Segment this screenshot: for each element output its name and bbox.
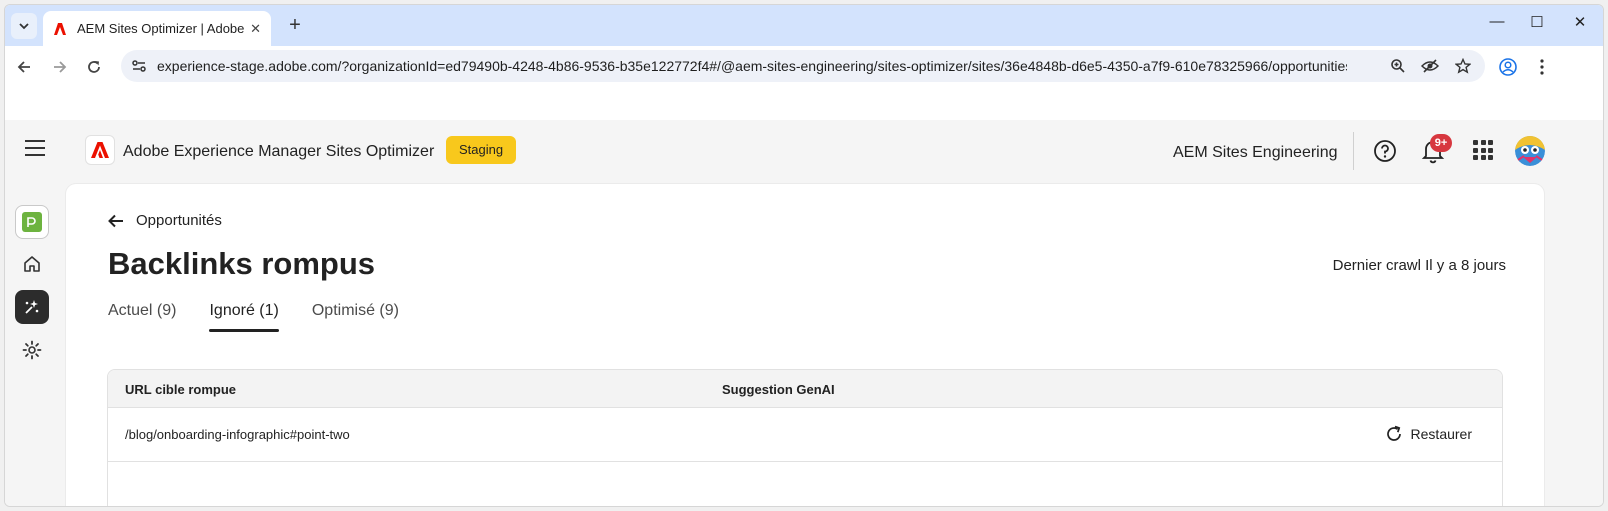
back-nav-icon[interactable] bbox=[13, 56, 35, 78]
tab-optimized[interactable]: Optimisé (9) bbox=[312, 302, 399, 332]
header-divider bbox=[1353, 132, 1354, 170]
status-tabs: Actuel (9) Ignoré (1) Optimisé (9) bbox=[108, 302, 432, 332]
table-row: /blog/onboarding-infographic#point-two R… bbox=[108, 408, 1502, 462]
bookmark-star-icon[interactable] bbox=[1454, 57, 1472, 75]
browser-tab[interactable]: AEM Sites Optimizer | Adobe Ex ✕ bbox=[43, 11, 271, 46]
apps-grid-icon[interactable] bbox=[1473, 140, 1493, 160]
arrow-left-icon bbox=[108, 214, 123, 227]
minimize-button[interactable]: — bbox=[1477, 13, 1517, 30]
address-bar[interactable]: experience-stage.adobe.com/?organization… bbox=[121, 50, 1485, 82]
browser-toolbar: experience-stage.adobe.com/?organization… bbox=[5, 46, 1603, 88]
broken-url-cell: /blog/onboarding-infographic#point-two bbox=[125, 427, 350, 442]
page-title: Backlinks rompus bbox=[108, 246, 376, 281]
new-tab-button[interactable]: + bbox=[283, 14, 307, 37]
settings-gear-icon[interactable] bbox=[15, 333, 49, 367]
help-icon[interactable] bbox=[1373, 139, 1397, 163]
profile-icon[interactable] bbox=[1497, 56, 1519, 78]
hamburger-menu-icon[interactable] bbox=[25, 140, 45, 161]
tab-strip: AEM Sites Optimizer | Adobe Ex ✕ + — ☐ ✕ bbox=[5, 5, 1603, 46]
app-shell: Adobe Experience Manager Sites Optimizer… bbox=[5, 120, 1603, 506]
site-selector-icon[interactable] bbox=[15, 205, 49, 239]
tab-current[interactable]: Actuel (9) bbox=[108, 302, 176, 332]
app-title: Adobe Experience Manager Sites Optimizer bbox=[123, 143, 435, 160]
notification-count-badge: 9+ bbox=[1430, 134, 1452, 152]
last-crawl-status: Dernier crawl Il y a 8 jours bbox=[1332, 257, 1506, 274]
column-header-broken-url: URL cible rompue bbox=[125, 382, 237, 397]
chevron-down-icon bbox=[19, 23, 29, 30]
opportunities-icon[interactable] bbox=[15, 290, 49, 324]
table-header: URL cible rompue Suggestion GenAI bbox=[108, 370, 1502, 408]
close-window-button[interactable]: ✕ bbox=[1560, 13, 1600, 31]
back-to-opportunities-link[interactable]: Opportunités bbox=[108, 212, 222, 229]
org-switcher[interactable]: AEM Sites Engineering bbox=[1173, 144, 1338, 162]
eye-off-icon[interactable] bbox=[1421, 57, 1439, 75]
browser-window: AEM Sites Optimizer | Adobe Ex ✕ + — ☐ ✕… bbox=[4, 4, 1604, 507]
column-header-genai-suggestion: Suggestion GenAI bbox=[722, 382, 835, 397]
tab-close-icon[interactable]: ✕ bbox=[250, 21, 261, 37]
tab-ignored[interactable]: Ignoré (1) bbox=[209, 302, 280, 332]
forward-nav-icon[interactable] bbox=[49, 56, 71, 78]
home-icon[interactable] bbox=[15, 247, 49, 281]
adobe-logo-icon[interactable] bbox=[85, 135, 115, 165]
adobe-favicon-icon bbox=[54, 22, 66, 35]
avatar[interactable] bbox=[1515, 136, 1545, 166]
reload-icon[interactable] bbox=[83, 56, 105, 78]
env-badge: Staging bbox=[446, 136, 517, 164]
restore-button[interactable]: Restaurer bbox=[1385, 425, 1472, 443]
restore-icon bbox=[1386, 425, 1401, 441]
site-settings-icon[interactable] bbox=[131, 58, 147, 74]
tab-title: AEM Sites Optimizer | Adobe Ex bbox=[77, 21, 247, 36]
restore-label: Restaurer bbox=[1410, 426, 1472, 442]
back-label: Opportunités bbox=[136, 212, 222, 229]
url-text[interactable]: experience-stage.adobe.com/?organization… bbox=[157, 58, 1347, 74]
maximize-button[interactable]: ☐ bbox=[1517, 13, 1557, 31]
backlinks-table: URL cible rompue Suggestion GenAI /blog/… bbox=[107, 369, 1503, 506]
app-header: Adobe Experience Manager Sites Optimizer… bbox=[5, 120, 1603, 180]
browser-menu-icon[interactable] bbox=[1531, 56, 1553, 78]
side-rail bbox=[5, 180, 65, 506]
tab-search-button[interactable] bbox=[11, 13, 37, 39]
zoom-icon[interactable] bbox=[1389, 57, 1407, 75]
main-content: Opportunités Backlinks rompus Dernier cr… bbox=[66, 184, 1544, 506]
